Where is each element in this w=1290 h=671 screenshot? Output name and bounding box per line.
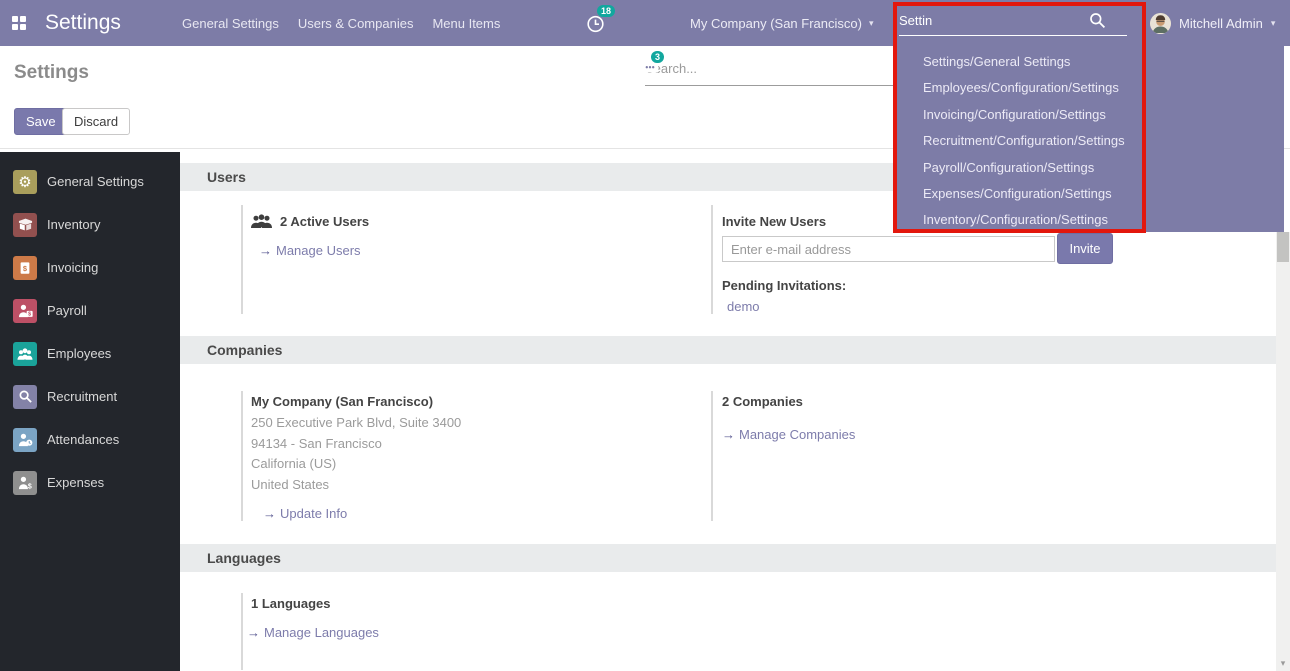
arrow-right-icon: → (722, 427, 735, 442)
languages-block: 1 Languages → Manage Languages (241, 593, 711, 670)
navbar-search-input[interactable] (899, 13, 1089, 28)
languages-section-body: 1 Languages → Manage Languages (180, 593, 1276, 670)
users-group-icon (251, 214, 272, 229)
recruitment-search-icon (13, 385, 37, 409)
user-name: Mitchell Admin (1179, 16, 1263, 31)
scrollbar-thumb[interactable] (1277, 232, 1289, 262)
top-navbar: Settings General Settings Users & Compan… (0, 0, 1290, 46)
sidebar-item-employees[interactable]: Employees (0, 332, 180, 375)
expense-icon: $ (13, 471, 37, 495)
sidebar-item-payroll[interactable]: $ Payroll (0, 289, 180, 332)
languages-count: 1 Languages (251, 596, 711, 611)
update-info-link[interactable]: → Update Info (263, 506, 711, 521)
vertical-scrollbar[interactable]: ▾ (1276, 232, 1290, 671)
inventory-box-icon (13, 213, 37, 237)
arrow-right-icon: → (263, 506, 276, 521)
section-header-companies: Companies (180, 336, 1276, 364)
company-info-block: My Company (San Francisco) 250 Executive… (241, 391, 711, 521)
company-address-line: 94134 - San Francisco (251, 434, 711, 455)
svg-text:$: $ (28, 312, 31, 318)
app-brand-title[interactable]: Settings (45, 0, 121, 46)
pending-invitations-label: Pending Invitations: (722, 278, 1141, 293)
company-switcher[interactable]: My Company (San Francisco) ▾ (690, 0, 873, 46)
settings-sidebar: ⚙ General Settings Inventory $ Invoicing… (0, 152, 180, 671)
manage-companies-link[interactable]: → Manage Companies (722, 427, 1141, 442)
suggestion-inventory-settings[interactable]: Inventory/Configuration/Settings (895, 207, 1284, 233)
search-icon[interactable] (1089, 12, 1106, 29)
svg-text:$: $ (27, 483, 31, 490)
section-header-languages: Languages (180, 544, 1276, 572)
user-menu[interactable]: Mitchell Admin ▾ (1150, 0, 1275, 46)
sidebar-item-attendances[interactable]: Attendances (0, 418, 180, 461)
activity-count-badge: 18 (597, 5, 615, 17)
top-menu: General Settings Users & Companies Menu … (181, 0, 501, 46)
suggestion-payroll-settings[interactable]: Payroll/Configuration/Settings (895, 155, 1284, 181)
pending-user-demo-link[interactable]: demo (727, 299, 1141, 314)
sidebar-item-recruitment[interactable]: Recruitment (0, 375, 180, 418)
sidebar-item-expenses[interactable]: $ Expenses (0, 461, 180, 504)
companies-count: 2 Companies (722, 391, 1141, 413)
invite-button[interactable]: Invite (1057, 233, 1113, 264)
companies-section-body: My Company (San Francisco) 250 Executive… (180, 391, 1276, 521)
page-title: Settings (14, 62, 89, 84)
suggestion-invoicing-settings[interactable]: Invoicing/Configuration/Settings (895, 102, 1284, 128)
attendance-icon (13, 428, 37, 452)
suggestion-recruitment-settings[interactable]: Recruitment/Configuration/Settings (895, 128, 1284, 154)
navbar-search-box[interactable] (899, 6, 1127, 36)
company-switcher-label: My Company (San Francisco) (690, 16, 862, 31)
discard-button[interactable]: Discard (62, 108, 130, 135)
message-count-badge: 3 (651, 51, 664, 63)
sidebar-item-invoicing[interactable]: $ Invoicing (0, 246, 180, 289)
apps-menu-button[interactable] (12, 0, 26, 46)
apps-grid-icon (12, 16, 26, 30)
gear-icon: ⚙ (13, 170, 37, 194)
invoice-icon: $ (13, 256, 37, 280)
scroll-down-arrow-icon[interactable]: ▾ (1276, 658, 1290, 669)
companies-count-block: 2 Companies → Manage Companies (711, 391, 1141, 521)
menu-users-companies[interactable]: Users & Companies (297, 16, 415, 31)
chevron-down-icon: ▾ (1271, 18, 1276, 29)
suggestion-settings-general[interactable]: Settings/General Settings (895, 49, 1284, 75)
avatar (1150, 13, 1171, 34)
suggestion-expenses-settings[interactable]: Expenses/Configuration/Settings (895, 181, 1284, 207)
company-address-line: United States (251, 475, 711, 496)
arrow-right-icon: → (259, 243, 272, 258)
company-address-line: 250 Executive Park Blvd, Suite 3400 (251, 413, 711, 434)
chevron-down-icon: ▾ (869, 18, 874, 29)
active-users-block: 2 Active Users → Manage Users (241, 205, 711, 314)
arrow-right-icon: → (247, 625, 260, 640)
manage-languages-link[interactable]: → Manage Languages (247, 625, 711, 640)
manage-users-link[interactable]: → Manage Users (259, 243, 711, 258)
employees-icon (13, 342, 37, 366)
company-name: My Company (San Francisco) (251, 391, 711, 413)
suggestion-employees-settings[interactable]: Employees/Configuration/Settings (895, 75, 1284, 101)
payroll-icon: $ (13, 299, 37, 323)
search-suggestions-dropdown: Settings/General Settings Employees/Conf… (895, 46, 1284, 232)
save-button[interactable]: Save (14, 108, 68, 135)
company-address-line: California (US) (251, 454, 711, 475)
active-users-count: 2 Active Users (280, 214, 369, 229)
menu-menu-items[interactable]: Menu Items (431, 16, 501, 31)
sidebar-item-general-settings[interactable]: ⚙ General Settings (0, 160, 180, 203)
menu-general-settings[interactable]: General Settings (181, 16, 280, 31)
sidebar-item-inventory[interactable]: Inventory (0, 203, 180, 246)
invite-email-input[interactable] (722, 236, 1055, 262)
